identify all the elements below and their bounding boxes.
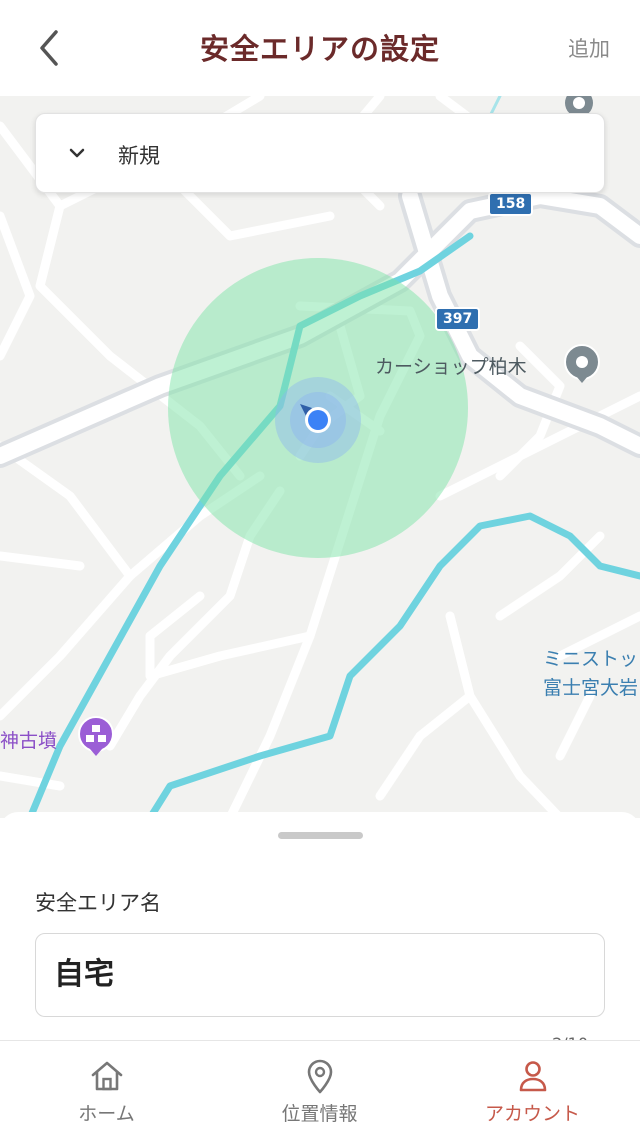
selector-value: 新規 (118, 144, 160, 168)
safe-area-name-label: 安全エリア名 (35, 891, 161, 915)
tab-label: 位置情報 (281, 1103, 358, 1125)
person-icon (516, 1059, 550, 1097)
chevron-down-icon (66, 142, 88, 168)
sheet-drag-handle[interactable] (278, 832, 363, 839)
page-title: 安全エリアの設定 (199, 32, 440, 66)
safe-area-selector[interactable]: 新規 (35, 113, 605, 193)
location-dot (308, 410, 328, 430)
map-view[interactable]: 158 397 カーショップ柏木 ミニストッ 富士宮大岩 神古墳 (0, 96, 640, 818)
bottom-sheet: 安全エリア名 自宅 2/10 (0, 812, 640, 1053)
poi-label-kofun[interactable]: 神古墳 (0, 726, 57, 753)
tab-label: ホーム (78, 1103, 135, 1125)
home-icon (89, 1059, 125, 1097)
tab-location[interactable]: 位置情報 (213, 1041, 426, 1138)
location-pin-icon (305, 1059, 335, 1099)
tab-account[interactable]: アカウント (426, 1041, 639, 1138)
poi-label-car-shop[interactable]: カーショップ柏木 (375, 352, 527, 379)
bottom-tab-bar: ホーム 位置情報 アカウント (0, 1040, 640, 1138)
tab-home[interactable]: ホーム (0, 1041, 213, 1138)
poi-label-ministop-area[interactable]: 富士宮大岩 (543, 673, 638, 700)
add-button[interactable]: 追加 (568, 33, 610, 63)
app-header: 安全エリアの設定 追加 (0, 0, 640, 96)
safe-area-name-input[interactable]: 自宅 (35, 933, 605, 1017)
route-shield-158: 158 (488, 192, 534, 216)
poi-label-ministop[interactable]: ミニストッ (543, 644, 638, 671)
route-shield-397: 397 (435, 307, 481, 331)
tab-label: アカウント (484, 1103, 580, 1125)
map-canvas (0, 96, 640, 818)
